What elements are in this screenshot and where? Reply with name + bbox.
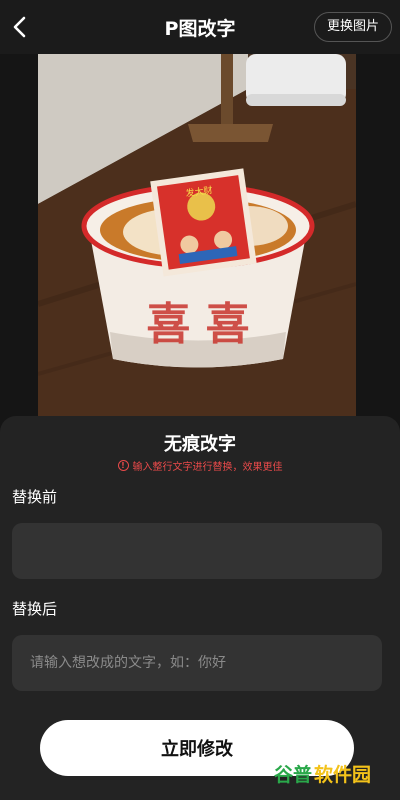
back-button[interactable]: [6, 12, 34, 42]
hint-row: ! 输入整行文字进行替换，效果更佳: [0, 458, 400, 473]
before-label: 替换前: [12, 488, 58, 506]
hint-text: 输入整行文字进行替换，效果更佳: [132, 462, 283, 473]
panel-title: 无痕改字: [164, 434, 236, 455]
chevron-left-icon: [13, 16, 26, 38]
svg-text:喜 喜: 喜 喜: [146, 299, 249, 350]
watermark-logo: 谷普 软件园: [274, 758, 371, 788]
edit-photo: 喜 喜 发大财: [38, 54, 356, 416]
info-circle-icon: !: [117, 460, 129, 471]
watermark-part2: 软件园: [314, 763, 372, 786]
before-text-field[interactable]: [12, 523, 382, 579]
after-text-field[interactable]: [12, 635, 382, 691]
watermark-part1: 谷普: [274, 763, 313, 786]
change-image-button[interactable]: 更换图片: [313, 12, 392, 42]
after-label: 替换后: [12, 600, 58, 618]
top-bar: P图改字 更换图片: [0, 0, 400, 54]
